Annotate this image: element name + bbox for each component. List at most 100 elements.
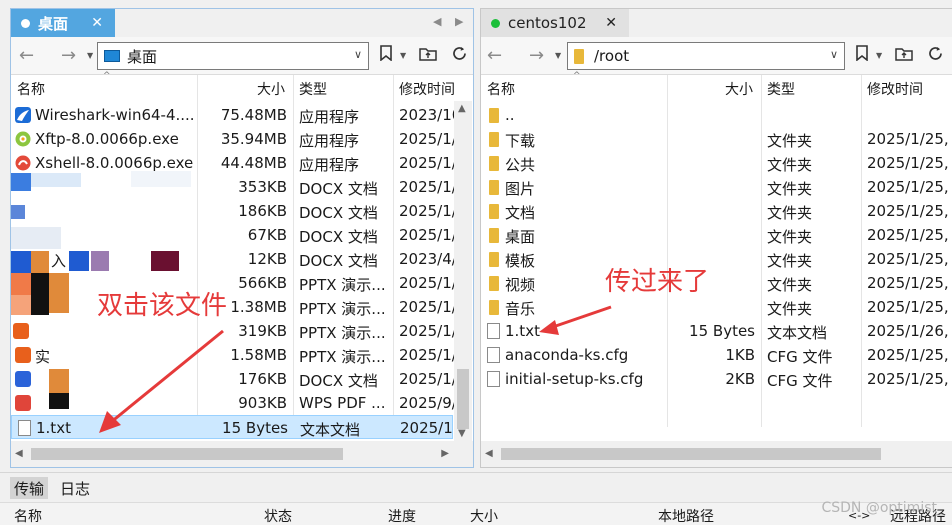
- table-row[interactable]: anaconda-ks.cfg 1KB CFG 文件 2025/1/25,: [481, 343, 952, 367]
- bookmark-dropdown-icon[interactable]: ▼: [876, 51, 882, 60]
- vertical-scrollbar[interactable]: ▲ ▼: [454, 101, 472, 441]
- column-header-modified[interactable]: 修改时间: [399, 79, 455, 99]
- forward-arrow-icon[interactable]: →: [529, 45, 544, 66]
- table-row-selected[interactable]: 1.txt 15 Bytes 文本文档 2025/1/: [11, 415, 453, 439]
- sort-ascending-icon: ^: [103, 71, 111, 81]
- annotation-arrow-icon: [99, 329, 224, 433]
- horizontal-scrollbar[interactable]: ◀ ▶: [11, 441, 473, 467]
- table-row[interactable]: 模板 文件夹 2025/1/25,: [481, 247, 952, 271]
- file-icon: [487, 347, 500, 363]
- scroll-left-icon[interactable]: ◀: [485, 448, 493, 459]
- table-row[interactable]: 图片 文件夹 2025/1/25,: [481, 175, 952, 199]
- tab-transfers[interactable]: 传输: [10, 477, 49, 499]
- bookmark-icon[interactable]: [855, 45, 869, 61]
- table-row[interactable]: initial-setup-ks.cfg 2KB CFG 文件 2025/1/2…: [481, 367, 952, 391]
- bookmark-icon[interactable]: [379, 45, 393, 61]
- table-row[interactable]: Wireshark-win64-4.... 75.48MB 应用程序 2023/…: [11, 103, 455, 127]
- table-row[interactable]: 下载 文件夹 2025/1/25,: [481, 127, 952, 151]
- tab-scroll-right-icon[interactable]: ▶: [455, 15, 463, 28]
- tab-desktop[interactable]: 桌面 ✕: [11, 9, 115, 37]
- table-row[interactable]: 566KB PPTX 演示... 2025/1/: [11, 271, 455, 295]
- file-size: 12KB: [247, 250, 287, 268]
- chevron-down-icon[interactable]: ∨: [354, 48, 362, 61]
- column-header-progress[interactable]: 进度: [388, 506, 416, 525]
- close-tab-icon[interactable]: ✕: [91, 15, 103, 31]
- column-header-size[interactable]: 大小: [725, 79, 753, 99]
- table-row[interactable]: 176KB DOCX 文档 2025/1/: [11, 367, 455, 391]
- annotation-double-click: 双击该文件: [97, 291, 228, 321]
- file-type: 文件夹: [767, 156, 813, 174]
- xftp-app-icon: [15, 131, 31, 147]
- table-row[interactable]: 实 1.58MB PPTX 演示... 2025/1/: [11, 343, 455, 367]
- tab-scroll-left-icon[interactable]: ◀: [433, 15, 441, 28]
- vertical-scroll-thumb[interactable]: [457, 369, 469, 429]
- table-row[interactable]: Xftp-8.0.0066p.exe 35.94MB 应用程序 2025/1/: [11, 127, 455, 151]
- folder-up-icon[interactable]: [895, 45, 913, 61]
- column-header-modified[interactable]: 修改时间: [867, 79, 923, 99]
- refresh-icon[interactable]: [927, 45, 944, 62]
- table-row[interactable]: 桌面 文件夹 2025/1/25,: [481, 223, 952, 247]
- scroll-left-icon[interactable]: ◀: [15, 448, 23, 459]
- table-row[interactable]: 公共 文件夹 2025/1/25,: [481, 151, 952, 175]
- column-header-type[interactable]: 类型: [299, 79, 327, 99]
- file-size: 44.48MB: [220, 154, 287, 172]
- table-row[interactable]: 文档 文件夹 2025/1/25,: [481, 199, 952, 223]
- table-row[interactable]: 903KB WPS PDF ... 2025/9/: [11, 391, 455, 415]
- table-row[interactable]: Xshell-8.0.0066p.exe 44.48MB 应用程序 2025/1…: [11, 151, 455, 175]
- history-dropdown-icon[interactable]: ▼: [555, 51, 561, 60]
- close-tab-icon[interactable]: ✕: [605, 15, 617, 31]
- privacy-mosaic: [49, 393, 69, 409]
- history-dropdown-icon[interactable]: ▼: [87, 51, 93, 60]
- back-arrow-icon[interactable]: ←: [487, 45, 502, 66]
- privacy-mosaic: [91, 251, 109, 271]
- file-size: 75.48MB: [220, 106, 287, 124]
- right-address-toolbar: ← → ▼ /root ∨ ▼: [481, 37, 952, 75]
- file-type: 文件夹: [767, 252, 813, 270]
- file-name: Xftp-8.0.0066p.exe: [35, 130, 179, 148]
- chevron-down-icon[interactable]: ∨: [830, 48, 838, 61]
- file-type: 文本文档: [767, 324, 828, 342]
- file-size: 15 Bytes: [689, 322, 755, 340]
- table-row[interactable]: 视频 文件夹 2025/1/25,: [481, 271, 952, 295]
- file-type: PPTX 演示...: [299, 276, 386, 294]
- address-field[interactable]: 桌面 ∨: [97, 42, 369, 70]
- back-arrow-icon[interactable]: ←: [19, 45, 34, 66]
- column-header-name[interactable]: 名称: [487, 79, 515, 99]
- column-header-size[interactable]: 大小: [470, 506, 498, 525]
- folder-up-icon[interactable]: [419, 45, 437, 61]
- address-field[interactable]: /root ∨: [567, 42, 845, 70]
- privacy-mosaic: [11, 227, 61, 249]
- column-header-type[interactable]: 类型: [767, 79, 795, 99]
- table-row[interactable]: 319KB PPTX 演示... 2025/1/: [11, 319, 455, 343]
- folder-icon: [489, 228, 499, 243]
- column-header-size[interactable]: 大小: [257, 79, 285, 99]
- refresh-icon[interactable]: [451, 45, 468, 62]
- table-row[interactable]: ..: [481, 103, 952, 127]
- scroll-down-icon[interactable]: ▼: [458, 428, 466, 439]
- column-header-name[interactable]: 名称: [17, 79, 45, 99]
- scroll-right-icon[interactable]: ▶: [441, 448, 449, 459]
- file-type: DOCX 文档: [299, 252, 378, 270]
- privacy-mosaic: [11, 295, 31, 315]
- forward-arrow-icon[interactable]: →: [61, 45, 76, 66]
- text-file-icon: [18, 420, 31, 436]
- tab-log[interactable]: 日志: [56, 477, 94, 499]
- column-header-name[interactable]: 名称: [14, 506, 42, 525]
- table-row[interactable]: 186KB DOCX 文档 2025/1/: [11, 199, 455, 223]
- file-modified: 2025/1/25,: [867, 298, 949, 316]
- privacy-mosaic: [31, 173, 81, 187]
- column-header-status[interactable]: 状态: [264, 506, 292, 525]
- desktop-monitor-icon: [104, 50, 120, 62]
- horizontal-scroll-thumb[interactable]: [501, 448, 881, 460]
- scroll-up-icon[interactable]: ▲: [458, 103, 466, 114]
- column-header-local-path[interactable]: 本地路径: [658, 506, 714, 525]
- privacy-mosaic: [31, 273, 49, 295]
- bookmark-dropdown-icon[interactable]: ▼: [400, 51, 406, 60]
- horizontal-scrollbar[interactable]: ◀: [481, 441, 952, 467]
- horizontal-scroll-thumb[interactable]: [31, 448, 343, 460]
- file-modified: 2025/1/25,: [867, 130, 949, 148]
- table-row[interactable]: 67KB DOCX 文档 2025/1/: [11, 223, 455, 247]
- table-row[interactable]: 1.38MB PPTX 演示... 2025/1/: [11, 295, 455, 319]
- tab-centos102[interactable]: centos102 ✕: [481, 9, 629, 37]
- right-tabbar: centos102 ✕: [481, 9, 952, 37]
